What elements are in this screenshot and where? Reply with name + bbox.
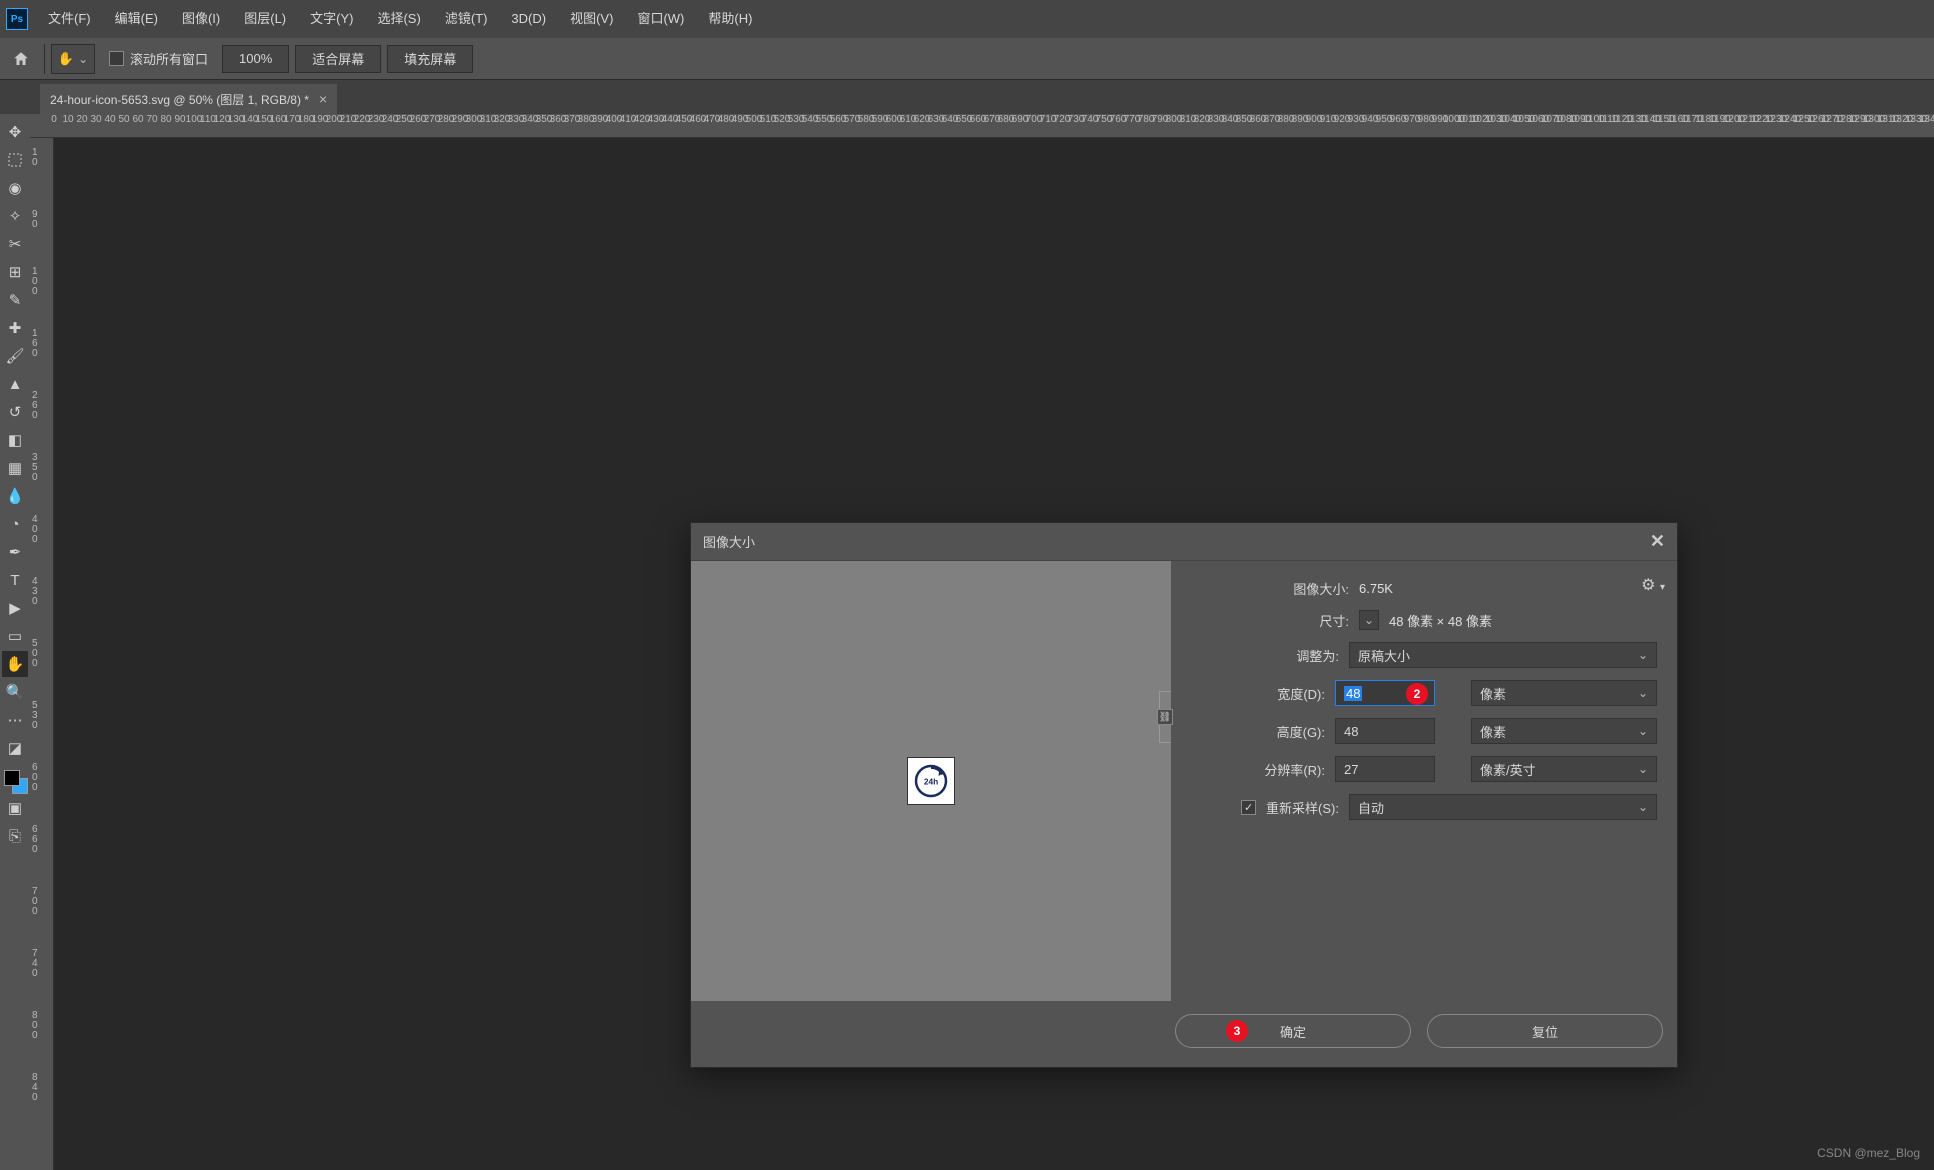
menu-3d[interactable]: 3D(D) — [499, 0, 558, 38]
foreground-color[interactable] — [4, 770, 20, 786]
hand-tool-preset[interactable]: ✋ — [51, 44, 95, 74]
fit-to-select[interactable]: 原稿大小 — [1349, 642, 1657, 668]
reset-button[interactable]: 复位 — [1427, 1014, 1663, 1048]
link-icon[interactable]: ⛓ — [1157, 709, 1173, 725]
annotation-3: 3 — [1226, 1020, 1248, 1042]
preview-thumbnail: 24h — [907, 757, 955, 805]
vertical-ruler: 1090100160260350400430500530600660700740… — [30, 138, 54, 1170]
healing-brush-tool[interactable]: ✚ — [2, 315, 28, 341]
menu-edit[interactable]: 编辑(E) — [103, 0, 170, 38]
blur-tool[interactable]: 💧 — [2, 483, 28, 509]
resample-select[interactable]: 自动 — [1349, 794, 1657, 820]
color-swatch[interactable] — [2, 768, 28, 794]
resample-checkbox[interactable] — [1241, 800, 1256, 815]
width-label: 宽度(D): — [1175, 684, 1325, 703]
height-unit-select[interactable]: 像素 — [1471, 718, 1657, 744]
menu-select[interactable]: 选择(S) — [365, 0, 432, 38]
checkbox-icon[interactable] — [109, 51, 124, 66]
options-bar: ✋ 滚动所有窗口 100% 适合屏幕 填充屏幕 — [0, 38, 1934, 80]
resolution-unit-select[interactable]: 像素/英寸 — [1471, 756, 1657, 782]
gradient-tool[interactable]: ▦ — [2, 455, 28, 481]
clone-stamp-tool[interactable]: ▲ — [2, 371, 28, 397]
annotation-2: 2 — [1406, 683, 1428, 705]
scroll-all-windows-label: 滚动所有窗口 — [130, 49, 208, 68]
dialog-footer: 3 确定 复位 — [691, 1001, 1677, 1061]
zoom-tool[interactable]: 🔍 — [2, 679, 28, 705]
resolution-input[interactable]: 27 — [1335, 756, 1435, 782]
hand-icon: ✋ — [58, 51, 74, 67]
scroll-all-windows-option[interactable]: 滚动所有窗口 — [101, 49, 216, 68]
toolbar-options[interactable]: ⋯ — [2, 707, 28, 733]
dimensions-label: 尺寸: — [1319, 611, 1349, 630]
image-size-value: 6.75K — [1359, 581, 1657, 596]
menu-file[interactable]: 文件(F) — [36, 0, 103, 38]
rectangle-tool[interactable]: ▭ — [2, 623, 28, 649]
menu-filter[interactable]: 滤镜(T) — [433, 0, 500, 38]
crop-tool[interactable]: ✂ — [2, 231, 28, 257]
menu-type[interactable]: 文字(Y) — [298, 0, 365, 38]
dodge-tool[interactable]: ◔ — [2, 511, 28, 537]
width-input[interactable]: 48 2 — [1335, 680, 1435, 706]
image-size-dialog: 图像大小 ✕ 24h ⚙ ▾ 图像大小: 6.75K 尺寸: — [690, 522, 1678, 1068]
menu-help[interactable]: 帮助(H) — [696, 0, 764, 38]
menu-bar: Ps 文件(F) 编辑(E) 图像(I) 图层(L) 文字(Y) 选择(S) 滤… — [0, 0, 1934, 38]
screen-mode-tool[interactable]: ⎘ — [2, 823, 28, 849]
fit-to-label: 调整为: — [1296, 646, 1339, 665]
close-icon[interactable]: ✕ — [1650, 531, 1665, 552]
resolution-label: 分辨率(R): — [1175, 760, 1325, 779]
fill-screen-button[interactable]: 填充屏幕 — [387, 45, 473, 73]
dimensions-unit-toggle[interactable] — [1359, 610, 1379, 630]
menu-view[interactable]: 视图(V) — [558, 0, 625, 38]
horizontal-ruler: 0102030405060708090100110120130140150160… — [30, 114, 1934, 138]
close-icon[interactable]: × — [319, 91, 327, 107]
eraser-tool[interactable]: ◧ — [2, 427, 28, 453]
image-size-label: 图像大小: — [1293, 579, 1349, 598]
move-tool[interactable]: ✥ — [2, 119, 28, 145]
preview-pane: 24h — [691, 561, 1171, 1001]
height-input[interactable]: 48 — [1335, 718, 1435, 744]
menu-image[interactable]: 图像(I) — [170, 0, 232, 38]
height-label: 高度(G): — [1175, 722, 1325, 741]
type-tool[interactable]: T — [2, 567, 28, 593]
marquee-tool[interactable] — [2, 147, 28, 173]
magic-wand-tool[interactable]: ✧ — [2, 203, 28, 229]
lasso-tool[interactable]: ◉ — [2, 175, 28, 201]
width-unit-select[interactable]: 像素 — [1471, 680, 1657, 706]
dimensions-value: 48 像素 × 48 像素 — [1389, 611, 1657, 630]
resample-label: 重新采样(S): — [1266, 798, 1339, 817]
ok-button[interactable]: 3 确定 — [1175, 1014, 1411, 1048]
default-colors[interactable]: ◪ — [2, 735, 28, 761]
path-selection-tool[interactable]: ▶ — [2, 595, 28, 621]
link-width-height[interactable]: ⛓ — [1157, 690, 1173, 744]
zoom-100-button[interactable]: 100% — [222, 45, 289, 73]
preview-icon: 24h — [911, 761, 951, 801]
form-pane: ⚙ ▾ 图像大小: 6.75K 尺寸: 48 像素 × 48 像素 调整为: 原… — [1171, 561, 1677, 1001]
brush-tool[interactable]: 🖌 — [2, 343, 28, 369]
document-tab-bar: 24-hour-icon-5653.svg @ 50% (图层 1, RGB/8… — [0, 80, 1934, 114]
frame-tool[interactable]: ⊞ — [2, 259, 28, 285]
dialog-titlebar: 图像大小 ✕ — [691, 523, 1677, 561]
app-icon: Ps — [6, 8, 28, 30]
document-tab[interactable]: 24-hour-icon-5653.svg @ 50% (图层 1, RGB/8… — [40, 84, 337, 114]
quick-mask-tool[interactable]: ▣ — [2, 795, 28, 821]
fit-screen-button[interactable]: 适合屏幕 — [295, 45, 381, 73]
hand-tool[interactable]: ✋ — [2, 651, 28, 677]
home-icon — [12, 50, 30, 68]
toolbox: ✥ ◉ ✧ ✂ ⊞ ✎ ✚ 🖌 ▲ ↺ ◧ ▦ 💧 ◔ ✒ T ▶ ▭ ✋ 🔍 … — [0, 114, 30, 1170]
menu-window[interactable]: 窗口(W) — [625, 0, 696, 38]
home-button[interactable] — [4, 44, 38, 74]
document-tab-title: 24-hour-icon-5653.svg @ 50% (图层 1, RGB/8… — [50, 91, 309, 108]
gear-icon[interactable]: ⚙ ▾ — [1641, 575, 1665, 595]
svg-text:24h: 24h — [924, 776, 938, 786]
eyedropper-tool[interactable]: ✎ — [2, 287, 28, 313]
watermark: CSDN @mez_Blog — [1817, 1146, 1920, 1160]
pen-tool[interactable]: ✒ — [2, 539, 28, 565]
chevron-down-icon — [78, 51, 88, 66]
menu-layer[interactable]: 图层(L) — [232, 0, 298, 38]
history-brush-tool[interactable]: ↺ — [2, 399, 28, 425]
dialog-title: 图像大小 — [703, 532, 755, 551]
